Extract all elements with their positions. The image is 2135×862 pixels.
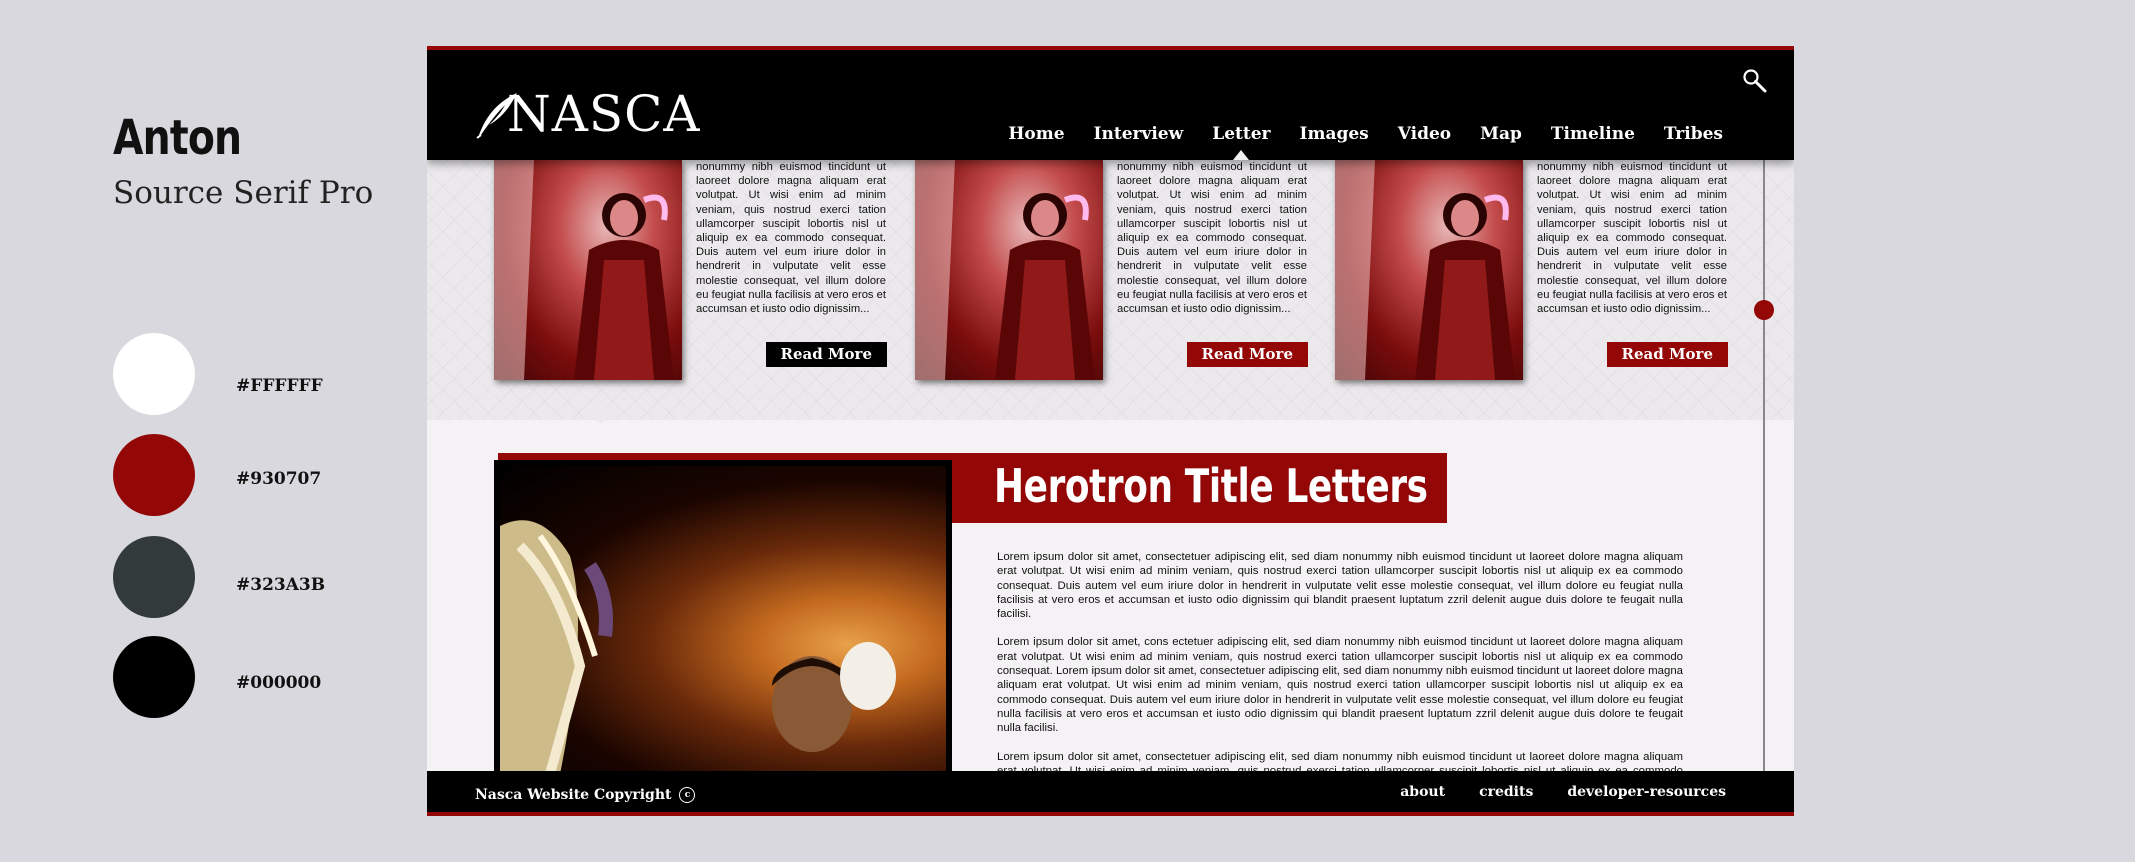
footer-links: about credits developer-resources (1366, 784, 1726, 800)
footer-link-credits[interactable]: credits (1479, 784, 1533, 800)
logo-text: NASCA (507, 85, 701, 143)
strip-pointer (587, 410, 615, 424)
swatch-white (113, 333, 195, 415)
letter-card: nonummy nibh euismod tincidunt ut laoree… (915, 160, 1310, 400)
website-mockup: NASCA Home Interview Letter Images Video… (427, 46, 1794, 816)
card-image[interactable] (915, 160, 1103, 380)
read-more-button[interactable]: Read More (1186, 342, 1308, 367)
nav-map[interactable]: Map (1480, 124, 1522, 144)
nav-images[interactable]: Images (1300, 124, 1369, 144)
article-paragraph: Lorem ipsum dolor sit amet, cons ectetue… (997, 636, 1683, 735)
swatch-label: #000000 (236, 673, 322, 693)
portrait-illustration (1335, 160, 1515, 380)
swatch-charcoal (113, 536, 195, 618)
style-guide: Anton Source Serif Pro #FFFFFF #930707 #… (0, 0, 420, 862)
font-sample-secondary: Source Serif Pro (113, 175, 374, 211)
copyright-icon: c (679, 787, 696, 803)
read-more-button[interactable]: Read More (765, 342, 887, 367)
swatch-label: #FFFFFF (236, 376, 323, 396)
card-image[interactable] (494, 160, 682, 380)
site-footer: Nasca Website Copyright c about credits … (427, 771, 1794, 812)
site-logo[interactable]: NASCA (475, 85, 701, 143)
search-icon[interactable] (1742, 68, 1768, 94)
card-excerpt: nonummy nibh euismod tincidunt ut laoree… (1117, 161, 1307, 316)
swatch-black (113, 636, 195, 718)
nav-timeline[interactable]: Timeline (1551, 124, 1635, 144)
copyright-text: Nasca Website Copyright (475, 787, 672, 803)
feature-image (494, 460, 952, 780)
timeline-track (1763, 160, 1765, 780)
letter-cards-strip: nonummy nibh euismod tincidunt ut laoree… (427, 160, 1794, 420)
nav-letter[interactable]: Letter (1212, 124, 1271, 160)
nav-tribes[interactable]: Tribes (1664, 124, 1723, 144)
swatch-label: #323A3B (236, 575, 326, 595)
letter-card: nonummy nibh euismod tincidunt ut laoree… (494, 160, 889, 400)
main-nav: Home Interview Letter Images Video Map T… (979, 124, 1723, 160)
article-paragraph: Lorem ipsum dolor sit amet, consectetuer… (997, 551, 1683, 621)
card-excerpt: nonummy nibh euismod tincidunt ut laoree… (696, 161, 886, 316)
read-more-button[interactable]: Read More (1606, 342, 1728, 367)
swatch-label: #930707 (236, 469, 322, 489)
footer-link-developer-resources[interactable]: developer-resources (1567, 784, 1726, 800)
feature-title-box: Herotron Title Letters (952, 453, 1447, 523)
card-image[interactable] (1335, 160, 1523, 380)
nav-home[interactable]: Home (1008, 124, 1064, 144)
nav-interview[interactable]: Interview (1094, 124, 1184, 144)
card-excerpt: nonummy nibh euismod tincidunt ut laoree… (1537, 161, 1727, 316)
portrait-illustration (915, 160, 1095, 380)
dancer-photo-illustration (500, 520, 896, 774)
font-sample-primary: Anton (113, 110, 242, 166)
site-header: NASCA Home Interview Letter Images Video… (427, 50, 1794, 160)
feature-title: Herotron Title Letters (994, 459, 1428, 513)
portrait-illustration (494, 160, 674, 380)
swatch-red (113, 434, 195, 516)
copyright-notice: Nasca Website Copyright c (475, 787, 696, 803)
nav-video[interactable]: Video (1398, 124, 1451, 144)
footer-link-about[interactable]: about (1400, 784, 1445, 800)
timeline-marker[interactable] (1754, 300, 1774, 320)
letter-card: nonummy nibh euismod tincidunt ut laoree… (1335, 160, 1730, 400)
